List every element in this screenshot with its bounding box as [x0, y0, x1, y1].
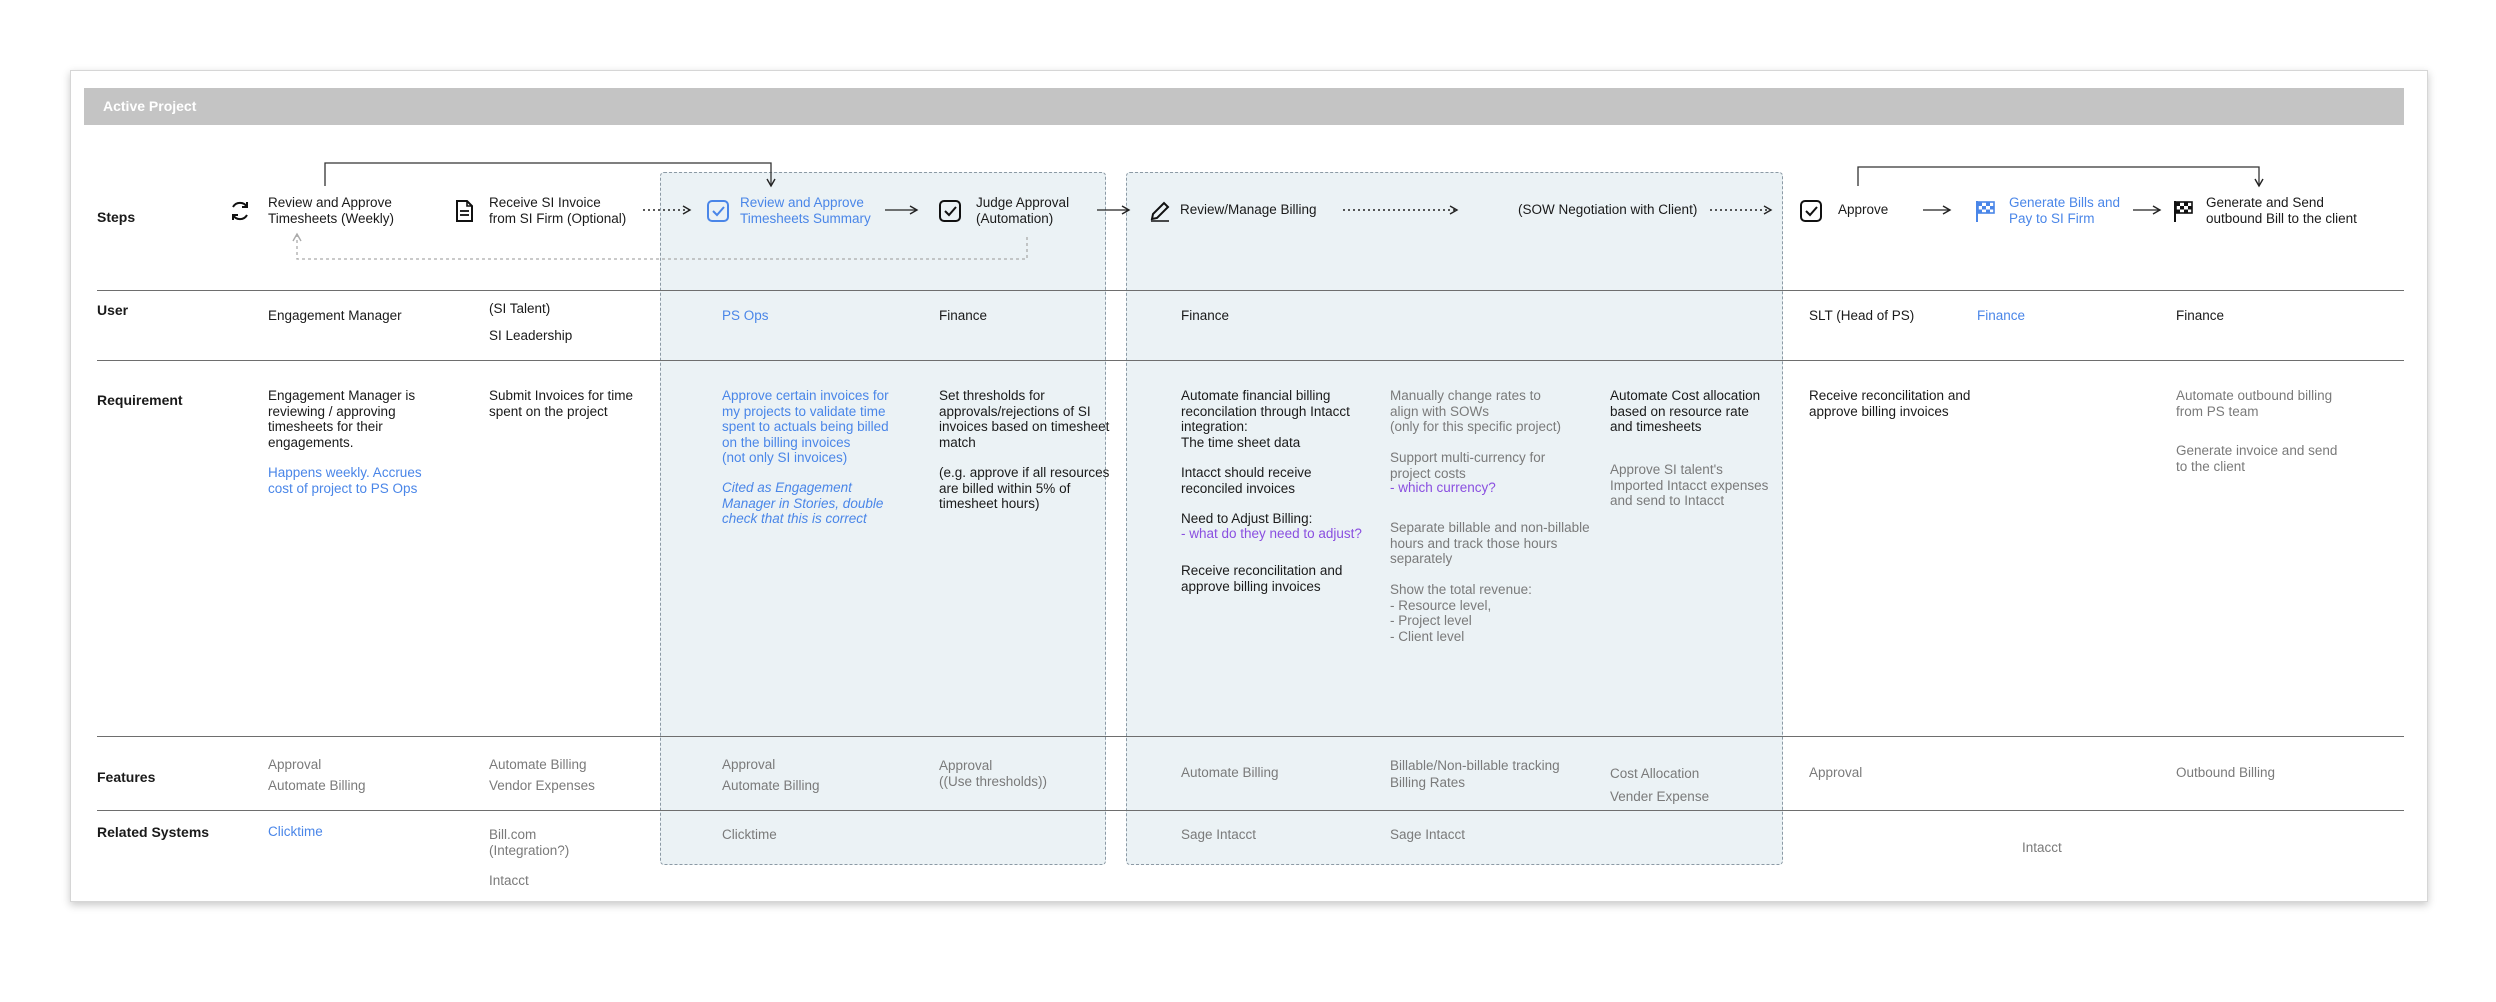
related-system-cell: Sage Intacct	[1181, 827, 1257, 842]
requirement-text: Receive reconcilitation and approve bill…	[1809, 388, 1971, 419]
step-connectors	[292, 162, 2264, 260]
requirement-text: Intacct should receive reconciled invoic…	[1181, 465, 1312, 496]
step-label: Generate and Send outbound Bill to the c…	[2206, 195, 2357, 226]
checkered-flag-icon	[2174, 201, 2193, 222]
user-cell: (SI Talent)	[489, 301, 551, 316]
feature-cell: Automate Billing	[1181, 765, 1279, 780]
feature-cell: Outbound Billing	[2176, 765, 2276, 780]
related-system-cell: Bill.com (Integration?)	[489, 827, 570, 858]
user-cell: Finance	[1977, 308, 2026, 323]
feature-cell: Approval Automate Billing	[268, 757, 366, 793]
pencil-icon	[1150, 201, 1170, 222]
requirement-question: - which currency?	[1390, 480, 1496, 495]
related-system-cell: Clicktime	[268, 824, 323, 839]
requirement-text: Automate outbound billing from PS team	[2176, 388, 2333, 419]
checkbox-icon	[939, 200, 961, 222]
checkbox-icon	[707, 200, 729, 222]
related-system-cell: Sage Intacct	[1390, 827, 1466, 842]
row-label-steps: Steps	[97, 209, 136, 225]
requirement-text: Approve certain invoices for my projects…	[722, 388, 889, 465]
requirement-text: Need to Adjust Billing:	[1181, 511, 1313, 526]
loop-connector	[1857, 166, 2264, 188]
feature-cell: Approval ((Use thresholds))	[939, 758, 1048, 789]
refresh-icon	[232, 201, 248, 221]
row-label-features: Features	[97, 769, 156, 785]
requirement-text: Automate Cost allocation based on resour…	[1610, 388, 1761, 434]
feature-cell: Automate Billing Vendor Expenses	[489, 757, 595, 793]
requirement-text: Receive reconcilitation and approve bill…	[1181, 563, 1343, 594]
feature-cell: Approval Automate Billing	[722, 757, 820, 793]
feature-cell: Vender Expense	[1610, 789, 1710, 804]
requirement-text: Automate financial billing reconcilation…	[1181, 388, 1350, 450]
step-label: Generate Bills and Pay to SI Firm	[2009, 195, 2121, 226]
return-connector	[292, 232, 1028, 260]
row-label-requirement: Requirement	[97, 392, 183, 408]
step-label: Review and Approve Timesheets Summary	[740, 195, 871, 226]
feature-cell: Cost Allocation	[1610, 766, 1700, 781]
requirement-question: - what do they need to adjust?	[1181, 526, 1362, 541]
user-cell: SI Leadership	[489, 328, 573, 343]
row-label-user: User	[97, 302, 129, 318]
user-cell: Finance	[2176, 308, 2225, 323]
checkbox-icon	[1800, 200, 1822, 222]
feature-cell: Billable/Non-billable tracking Billing R…	[1390, 758, 1560, 790]
loop-connector	[324, 162, 776, 188]
step-label: (SOW Negotiation with Client)	[1518, 202, 1698, 217]
requirement-text: Submit Invoices for time spent on the pr…	[489, 388, 634, 419]
related-system-cell: Intacct	[489, 873, 529, 888]
step-label: Review and Approve Timesheets (Weekly)	[268, 195, 395, 226]
user-cell: Engagement Manager	[268, 308, 402, 323]
requirement-text: Separate billable and non-billable hours…	[1390, 520, 1590, 566]
related-system-cell: Clicktime	[722, 827, 777, 842]
requirement-text: Manually change rates to align with SOWs…	[1390, 388, 1562, 434]
step-label: Receive SI Invoice from SI Firm (Optiona…	[489, 195, 627, 226]
requirement-text: Support multi-currency for project costs	[1390, 450, 1546, 481]
step-label: Approve	[1838, 202, 1889, 217]
requirement-text: (e.g. approve if all resources are bille…	[939, 465, 1110, 511]
related-system-cell: Intacct	[2022, 840, 2062, 855]
user-cell: SLT (Head of PS)	[1809, 308, 1915, 323]
feature-cell: Approval	[1809, 765, 1863, 780]
document-icon	[456, 200, 473, 222]
row-label-related-systems: Related Systems	[97, 824, 210, 840]
checkered-flag-icon	[1976, 201, 1995, 222]
requirement-text: Generate invoice and send to the client	[2176, 443, 2338, 474]
user-cell: PS Ops	[722, 308, 769, 323]
requirement-text: Show the total revenue: - Resource level…	[1390, 582, 1532, 644]
requirement-text: Set thresholds for approvals/rejections …	[939, 388, 1110, 450]
requirement-note: Cited as Engagement Manager in Stories, …	[722, 480, 884, 526]
requirement-note: Happens weekly. Accrues cost of project …	[268, 465, 422, 496]
user-cell: Finance	[1181, 308, 1230, 323]
requirement-text: Engagement Manager is reviewing / approv…	[268, 388, 416, 450]
step-label: Judge Approval (Automation)	[976, 195, 1070, 226]
requirement-text: Approve SI talent's Imported Intacct exp…	[1610, 462, 1769, 508]
step-label: Review/Manage Billing	[1180, 202, 1317, 217]
user-cell: Finance	[939, 308, 988, 323]
